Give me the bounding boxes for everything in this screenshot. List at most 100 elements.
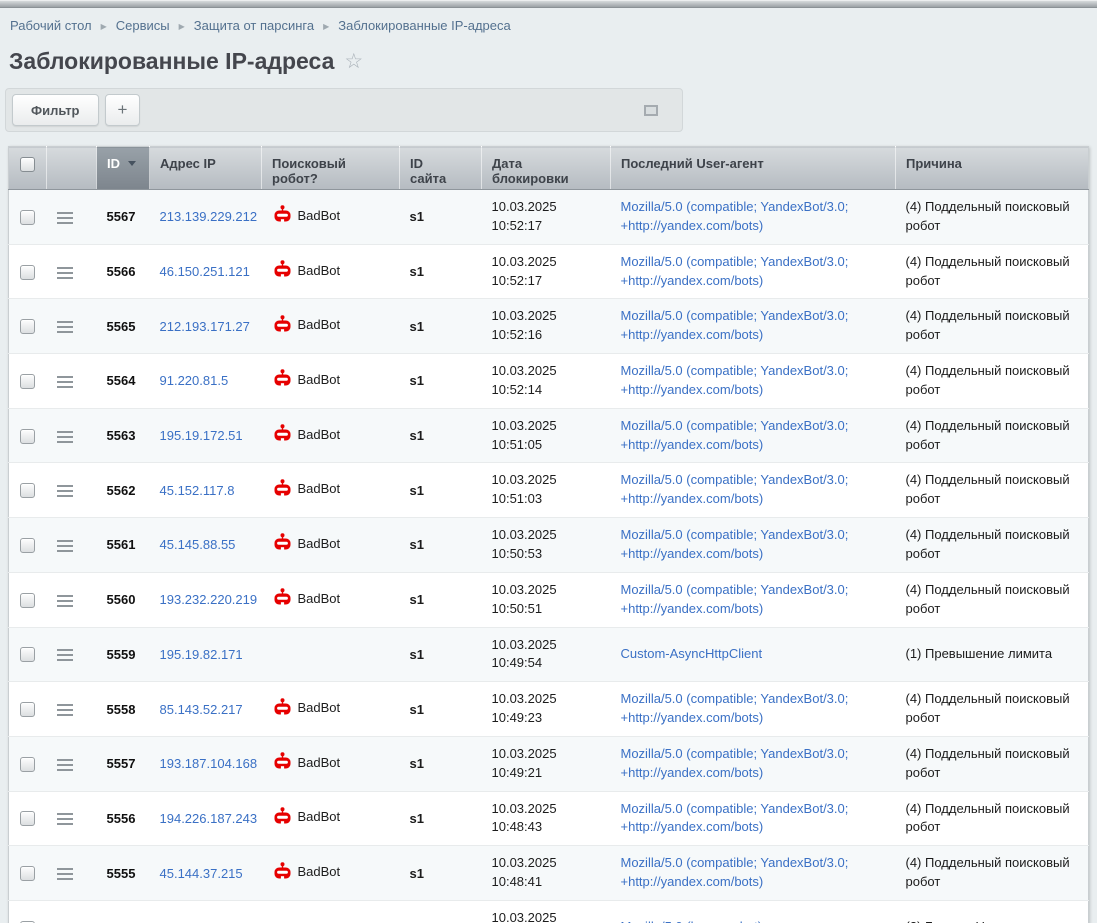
row-checkbox[interactable]: [20, 483, 35, 498]
row-menu-icon[interactable]: [57, 326, 73, 328]
row-id-cell: 5559: [97, 627, 150, 682]
row-checkbox[interactable]: [20, 757, 35, 772]
site-id: s1: [410, 209, 424, 224]
column-header-reason[interactable]: Причина: [896, 147, 1089, 190]
row-menu-cell: [47, 682, 97, 737]
column-header-robot[interactable]: Поисковый робот?: [262, 147, 400, 190]
row-menu-icon[interactable]: [57, 764, 73, 766]
breadcrumb-arrow-icon: ▶: [179, 22, 185, 31]
user-agent-link[interactable]: Mozilla/5.0 (compatible; YandexBot/3.0; …: [621, 254, 849, 288]
ip-link[interactable]: 46.150.251.121: [160, 264, 250, 279]
ip-link[interactable]: 45.144.37.215: [160, 866, 243, 881]
user-agent-link[interactable]: Mozilla/5.0 (compatible; YandexBot/3.0; …: [621, 363, 849, 397]
breadcrumb-desktop[interactable]: Рабочий стол: [10, 18, 92, 33]
row-checkbox[interactable]: [20, 811, 35, 826]
row-checkbox[interactable]: [20, 647, 35, 662]
ip-link[interactable]: 45.145.88.55: [160, 537, 236, 552]
badbot-icon: [272, 588, 293, 608]
user-agent-link[interactable]: Mozilla/5.0 (compatible; YandexBot/3.0; …: [621, 582, 849, 616]
site-id: s1: [410, 592, 424, 607]
filter-button[interactable]: Фильтр: [12, 94, 99, 126]
page-title: Заблокированные IP-адреса: [9, 48, 334, 75]
site-id: s1: [410, 647, 424, 662]
user-agent-link[interactable]: Mozilla/5.0 (keys-so-bot): [621, 919, 763, 923]
user-agent-link[interactable]: Mozilla/5.0 (compatible; YandexBot/3.0; …: [621, 308, 849, 342]
ip-link[interactable]: 213.139.229.212: [160, 209, 258, 224]
row-menu-icon[interactable]: [57, 217, 73, 219]
row-id-cell: 5557: [97, 736, 150, 791]
breadcrumb-parsing-protection[interactable]: Защита от парсинга: [194, 18, 314, 33]
ip-link[interactable]: 85.143.52.217: [160, 702, 243, 717]
badbot-label: BadBot: [298, 208, 341, 223]
row-id: 5566: [107, 264, 136, 279]
reason-text: (3) Блок по User-агенту: [906, 919, 1047, 923]
favorite-star-icon[interactable]: ☆: [344, 51, 363, 72]
ip-link[interactable]: 193.187.104.168: [160, 756, 258, 771]
user-agent-link[interactable]: Mozilla/5.0 (compatible; YandexBot/3.0; …: [621, 418, 849, 452]
block-date: 10.03.2025: [492, 909, 601, 923]
row-checkbox[interactable]: [20, 429, 35, 444]
user-agent-link[interactable]: Mozilla/5.0 (compatible; YandexBot/3.0; …: [621, 801, 849, 835]
user-agent-link[interactable]: Mozilla/5.0 (compatible; YandexBot/3.0; …: [621, 691, 849, 725]
row-menu-icon[interactable]: [57, 709, 73, 711]
row-menu-icon[interactable]: [57, 600, 73, 602]
user-agent-link[interactable]: Mozilla/5.0 (compatible; YandexBot/3.0; …: [621, 527, 849, 561]
badbot-indicator: BadBot: [272, 862, 341, 882]
row-menu-cell: [47, 354, 97, 409]
user-agent-link[interactable]: Mozilla/5.0 (compatible; YandexBot/3.0; …: [621, 746, 849, 780]
column-header-id[interactable]: ID: [97, 147, 150, 190]
row-menu-icon[interactable]: [57, 873, 73, 875]
column-header-ua[interactable]: Последний User-агент: [611, 147, 896, 190]
row-menu-icon[interactable]: [57, 381, 73, 383]
row-checkbox[interactable]: [20, 374, 35, 389]
breadcrumb-blocked-ips[interactable]: Заблокированные IP-адреса: [338, 18, 510, 33]
robot-cell: [262, 900, 400, 923]
row-checkbox[interactable]: [20, 210, 35, 225]
ip-link[interactable]: 195.19.172.51: [160, 428, 243, 443]
add-button[interactable]: +: [105, 94, 141, 126]
grid-settings-icon[interactable]: [644, 105, 658, 116]
row-id-cell: 5561: [97, 518, 150, 573]
breadcrumb-services[interactable]: Сервисы: [116, 18, 170, 33]
user-agent-link[interactable]: Mozilla/5.0 (compatible; YandexBot/3.0; …: [621, 472, 849, 506]
row-checkbox-cell: [9, 900, 47, 923]
column-header-ip[interactable]: Адрес IP: [150, 147, 262, 190]
user-agent-link[interactable]: Custom-AsyncHttpClient: [621, 646, 763, 661]
user-agent-link[interactable]: Mozilla/5.0 (compatible; YandexBot/3.0; …: [621, 199, 849, 233]
column-header-date[interactable]: Дата блокировки: [482, 147, 611, 190]
row-checkbox[interactable]: [20, 319, 35, 334]
column-header-site[interactable]: ID сайта: [400, 147, 482, 190]
row-menu-icon[interactable]: [57, 545, 73, 547]
row-menu-icon[interactable]: [57, 818, 73, 820]
badbot-label: BadBot: [298, 372, 341, 387]
row-menu-icon[interactable]: [57, 436, 73, 438]
row-checkbox[interactable]: [20, 593, 35, 608]
row-menu-icon[interactable]: [57, 272, 73, 274]
table-row: 5556 194.226.187.243 BadBot s1 10.03.202…: [9, 791, 1089, 846]
row-checkbox[interactable]: [20, 538, 35, 553]
ip-link[interactable]: 195.19.82.171: [160, 647, 243, 662]
ip-link[interactable]: 194.226.187.243: [160, 811, 258, 826]
site-id-cell: s1: [400, 627, 482, 682]
badbot-indicator: BadBot: [272, 424, 341, 444]
user-agent-link[interactable]: Mozilla/5.0 (compatible; YandexBot/3.0; …: [621, 855, 849, 889]
reason-text: (4) Поддельный поисковый робот: [906, 254, 1070, 288]
ip-link[interactable]: 91.220.81.5: [160, 373, 229, 388]
row-checkbox[interactable]: [20, 265, 35, 280]
row-checkbox[interactable]: [20, 702, 35, 717]
ip-link[interactable]: 45.152.117.8: [160, 483, 235, 498]
block-date: 10.03.2025: [492, 636, 601, 655]
ip-link[interactable]: 193.232.220.219: [160, 592, 258, 607]
row-menu-cell: [47, 846, 97, 901]
site-id-cell: s1: [400, 408, 482, 463]
select-all-checkbox[interactable]: [20, 157, 35, 172]
block-date: 10.03.2025: [492, 854, 601, 873]
badbot-icon: [272, 315, 293, 335]
row-checkbox[interactable]: [20, 866, 35, 881]
row-menu-icon[interactable]: [57, 654, 73, 656]
ip-link[interactable]: 212.193.171.27: [160, 319, 250, 334]
block-date-cell: 10.03.2025 10:48:41: [482, 846, 611, 901]
breadcrumb: Рабочий стол▶Сервисы▶Защита от парсинга▶…: [10, 18, 1097, 33]
row-menu-icon[interactable]: [57, 490, 73, 492]
row-checkbox-cell: [9, 518, 47, 573]
